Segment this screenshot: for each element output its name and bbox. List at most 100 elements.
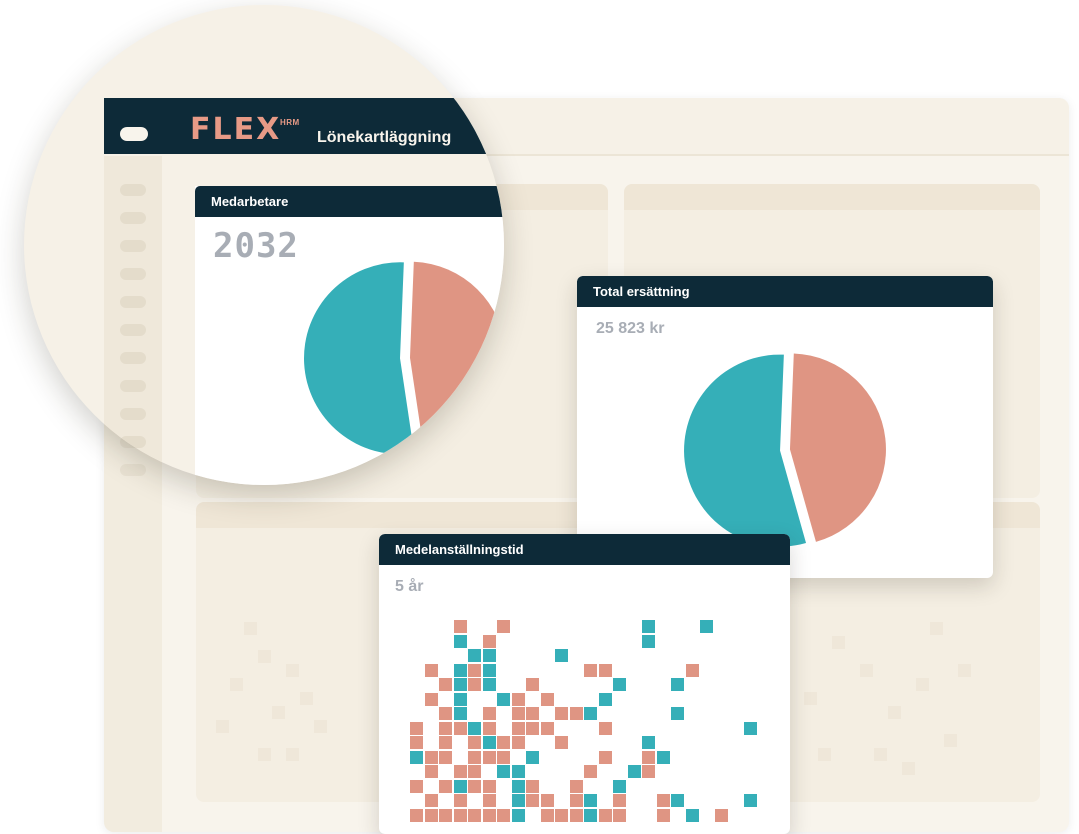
heatmap-cell <box>511 692 525 706</box>
heatmap-cell <box>482 750 496 764</box>
heatmap-cell <box>671 678 684 691</box>
tenure-value: 5 år <box>395 578 424 595</box>
heatmap-cell <box>511 736 525 749</box>
heatmap-cell <box>584 707 597 720</box>
compensation-card-title: Total ersättning <box>577 276 993 307</box>
heatmap-cell <box>743 721 757 735</box>
heatmap-cell <box>482 634 496 648</box>
background-grid-cell <box>258 650 271 663</box>
heatmap-cell <box>424 794 438 807</box>
background-grid-cell <box>930 622 943 635</box>
heatmap-cell <box>453 634 467 648</box>
heatmap-cell <box>540 721 554 735</box>
sidebar-item[interactable] <box>120 240 146 252</box>
heatmap-cell <box>453 779 467 793</box>
heatmap-cell <box>468 750 481 764</box>
heatmap-cell <box>598 750 612 764</box>
heatmap-cell <box>642 634 655 648</box>
heatmap-cell <box>584 663 597 677</box>
sidebar-item[interactable] <box>120 352 146 364</box>
heatmap-cell <box>511 721 525 735</box>
heatmap-cell <box>482 794 496 807</box>
background-grid-cell <box>314 720 327 733</box>
heatmap-cell <box>410 808 423 822</box>
flex-logo-superscript: HRM <box>280 118 300 127</box>
heatmap-cell <box>468 649 481 662</box>
sidebar-item[interactable] <box>120 380 146 392</box>
heatmap-cell <box>540 692 554 706</box>
pie-slice-0 <box>409 261 504 453</box>
heatmap-cell <box>555 736 568 749</box>
heatmap-cell <box>584 765 597 778</box>
heatmap-cell <box>497 750 510 764</box>
heatmap-cell <box>685 808 699 822</box>
menu-pill-icon[interactable] <box>120 127 148 141</box>
flex-logo: FLEX <box>190 112 282 147</box>
heatmap-cell <box>453 721 467 735</box>
heatmap-cell <box>685 663 699 677</box>
heatmap-cell <box>453 692 467 706</box>
heatmap-cell <box>511 707 525 720</box>
heatmap-cell <box>511 779 525 793</box>
sidebar-item[interactable] <box>120 296 146 308</box>
sidebar-item[interactable] <box>120 436 146 448</box>
heatmap-cell <box>482 736 496 749</box>
heatmap-cell <box>497 808 510 822</box>
heatmap-cell <box>540 808 554 822</box>
module-title: Lönekartläggning <box>317 129 452 146</box>
heatmap-cell <box>468 721 481 735</box>
sidebar-item[interactable] <box>120 408 146 420</box>
heatmap-cell <box>598 692 612 706</box>
heatmap-cell <box>569 779 583 793</box>
employees-card-title: Medarbetare <box>195 186 504 217</box>
pie-slice-1 <box>304 262 415 455</box>
heatmap-cell <box>656 794 670 807</box>
heatmap-cell <box>468 765 481 778</box>
heatmap-cell <box>613 678 626 691</box>
heatmap-cell <box>424 750 438 764</box>
heatmap-cell <box>526 750 539 764</box>
heatmap-cell <box>613 794 626 807</box>
sidebar-item[interactable] <box>120 268 146 280</box>
heatmap-cell <box>410 736 423 749</box>
heatmap-cell <box>482 808 496 822</box>
heatmap-cell <box>656 808 670 822</box>
background-grid-cell <box>916 678 929 691</box>
heatmap-cell <box>424 765 438 778</box>
sidebar-item[interactable] <box>120 324 146 336</box>
heatmap-cell <box>482 721 496 735</box>
heatmap-cell <box>439 678 452 691</box>
sidebar-item[interactable] <box>120 212 146 224</box>
heatmap-cell <box>468 736 481 749</box>
pie-slice-0 <box>789 353 886 542</box>
sidebar-item[interactable] <box>120 184 146 196</box>
heatmap-cell <box>598 808 612 822</box>
heatmap-cell <box>497 620 510 633</box>
heatmap-cell <box>656 750 670 764</box>
heatmap-cell <box>497 736 510 749</box>
background-grid-cell <box>286 748 299 761</box>
background-grid-cell <box>944 734 957 747</box>
heatmap-cell <box>424 663 438 677</box>
heatmap-cell <box>555 707 568 720</box>
background-grid-cell <box>244 622 257 635</box>
employees-value: 2032 <box>213 226 299 266</box>
heatmap-cell <box>410 750 423 764</box>
heatmap-cell <box>468 779 481 793</box>
heatmap-cell <box>613 808 626 822</box>
heatmap-cell <box>671 794 684 807</box>
heatmap-cell <box>569 808 583 822</box>
heatmap-cell <box>714 808 728 822</box>
heatmap-cell <box>526 678 539 691</box>
heatmap-cell <box>482 707 496 720</box>
heatmap-cell <box>497 765 510 778</box>
heatmap-cell <box>482 779 496 793</box>
background-grid-cell <box>888 706 901 719</box>
background-grid-cell <box>272 706 285 719</box>
sidebar <box>104 156 162 485</box>
heatmap-cell <box>482 663 496 677</box>
background-grid-cell <box>230 678 243 691</box>
heatmap-cell <box>453 663 467 677</box>
background-grid-cell <box>874 748 887 761</box>
heatmap-cell <box>526 794 539 807</box>
